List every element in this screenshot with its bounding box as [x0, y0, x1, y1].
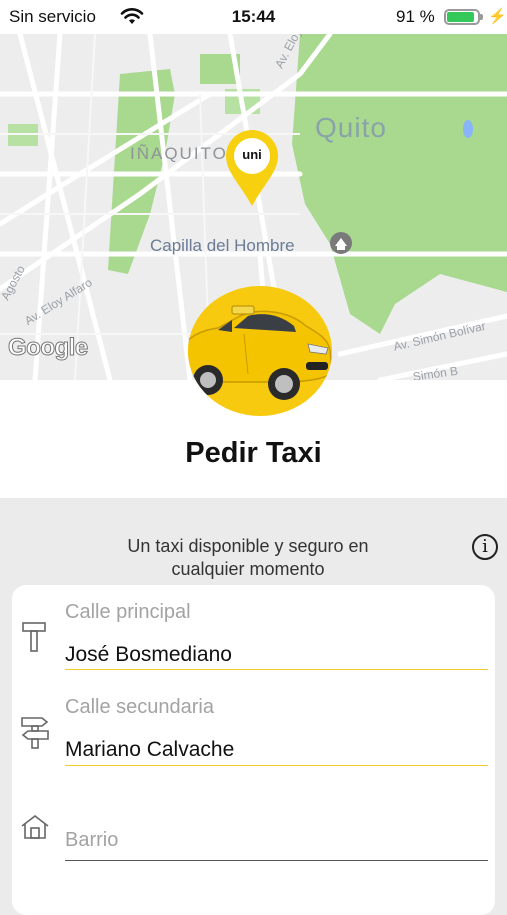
field-label-calle-principal: Calle principal: [65, 601, 191, 623]
map-city-label: Quito: [315, 112, 387, 143]
status-bar: Sin servicio 15:44 91 % ⚡: [0, 0, 507, 34]
field-underline: [65, 669, 488, 670]
info-button[interactable]: i: [472, 534, 498, 560]
calle-principal-input[interactable]: José Bosmediano: [65, 643, 232, 667]
battery-percentage: 91 %: [396, 7, 435, 26]
pin-logo: uni: [242, 147, 262, 162]
calle-secundaria-input[interactable]: Mariano Calvache: [65, 738, 234, 762]
field-underline: [65, 860, 488, 861]
google-logo: Google: [8, 334, 89, 362]
signpost-double-icon: [21, 717, 49, 749]
field-underline: [65, 765, 488, 766]
charging-bolt-icon: ⚡: [488, 8, 507, 25]
page-title: Pedir Taxi: [185, 437, 322, 469]
house-icon: [21, 814, 49, 839]
map-district-label: IÑAQUITO: [130, 144, 228, 163]
battery-fill: [447, 12, 474, 22]
address-form-card: Calle principal José Bosmediano Calle se…: [12, 585, 495, 915]
battery-icon: [444, 9, 483, 25]
map-landmark-label: Capilla del Hombre: [150, 236, 295, 255]
barrio-input[interactable]: Barrio: [65, 829, 118, 852]
signpost-single-icon: [22, 622, 46, 652]
tagline: Un taxi disponible y seguro en cualquier…: [98, 535, 398, 581]
field-label-calle-secundaria: Calle secundaria: [65, 696, 214, 718]
info-icon: i: [482, 536, 488, 557]
tagline-line: Un taxi disponible y seguro en: [127, 536, 369, 556]
taxi-car-icon: [188, 305, 332, 400]
tagline-line: cualquier momento: [171, 559, 325, 579]
taxi-badge: [188, 286, 332, 416]
